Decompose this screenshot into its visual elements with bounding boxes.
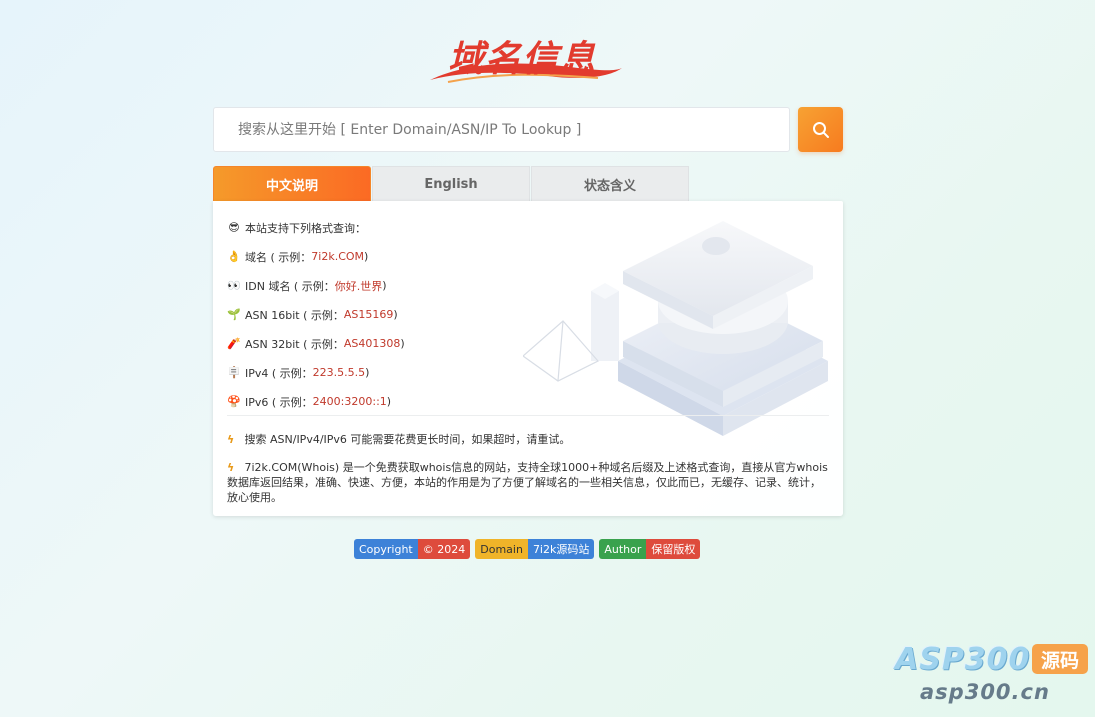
item-label: 域名 ( 示例： bbox=[245, 250, 312, 264]
item-label: ASN 32bit ( 示例： bbox=[245, 337, 344, 351]
search-input[interactable] bbox=[238, 108, 765, 151]
format-list: 😎 本站支持下列格式查询： 👌 域名 ( 示例： 7i2k.COM ) 👀 ID… bbox=[227, 213, 405, 416]
badge-left: Domain bbox=[475, 539, 528, 559]
lightning-icon: ϟ bbox=[227, 461, 235, 474]
example-link[interactable]: 7i2k.COM bbox=[311, 250, 364, 263]
list-item: 🧨 ASN 32bit ( 示例： AS401308 ) bbox=[227, 329, 405, 358]
badge-right: 保留版权 bbox=[646, 539, 701, 559]
tab-status-meaning[interactable]: 状态含义 bbox=[531, 166, 689, 201]
intro-text: 本站支持下列格式查询： bbox=[245, 221, 366, 235]
badge-right: 7i2k源码站 bbox=[527, 539, 595, 559]
eyes-icon: 👀 bbox=[227, 278, 241, 292]
seedling-icon: 🌱 bbox=[227, 307, 241, 321]
item-suffix: ) bbox=[364, 250, 369, 263]
badge-left: Copyright bbox=[354, 539, 418, 559]
item-suffix: ) bbox=[382, 279, 387, 292]
example-link[interactable]: 2400:3200::1 bbox=[313, 395, 387, 408]
tab-english[interactable]: English bbox=[372, 166, 530, 201]
divider bbox=[227, 415, 829, 416]
item-suffix: ) bbox=[365, 366, 370, 379]
sunglasses-icon: 😎 bbox=[228, 220, 240, 234]
item-label: ASN 16bit ( 示例： bbox=[245, 308, 344, 322]
info-panel: 😎 本站支持下列格式查询： 👌 域名 ( 示例： 7i2k.COM ) 👀 ID… bbox=[213, 201, 843, 516]
lightning-icon: ϟ bbox=[227, 433, 235, 446]
item-label: IPv6 ( 示例： bbox=[245, 395, 313, 409]
author-badge[interactable]: Author 保留版权 bbox=[599, 539, 701, 559]
watermark-url: asp300.cn bbox=[920, 680, 1050, 704]
copyright-badge[interactable]: Copyright © 2024 bbox=[354, 539, 471, 559]
timeout-note-text: 搜索 ASN/IPv4/IPv6 可能需要花费更长时间，如果超时，请重试。 bbox=[244, 433, 571, 446]
footer-badges: Copyright © 2024 Domain 7i2k源码站 Author 保… bbox=[354, 539, 701, 559]
item-suffix: ) bbox=[386, 395, 392, 408]
list-item: 🌱 ASN 16bit ( 示例： AS15169 ) bbox=[227, 300, 405, 329]
item-label: IDN 域名 ( 示例： bbox=[245, 279, 335, 293]
example-link[interactable]: AS401308 bbox=[344, 337, 401, 350]
list-item: 🪧 IPv4 ( 示例： 223.5.5.5 ) bbox=[227, 358, 405, 387]
example-link[interactable]: AS15169 bbox=[344, 308, 394, 321]
list-item: 🍄 IPv6 ( 示例： 2400:3200::1 ) bbox=[227, 387, 405, 416]
item-suffix: ) bbox=[400, 337, 405, 350]
about-note: ϟ 7i2k.COM(Whois) 是一个免费获取whois信息的网站，支持全球… bbox=[227, 460, 829, 505]
list-item: 👌 域名 ( 示例： 7i2k.COM ) bbox=[227, 242, 405, 271]
watermark: ASP300 源码 asp300.cn bbox=[895, 640, 1088, 708]
example-link[interactable]: 你好.世界 bbox=[335, 278, 383, 294]
search-icon bbox=[812, 121, 829, 138]
item-suffix: ) bbox=[393, 308, 398, 321]
ok-hand-icon: 👌 bbox=[227, 249, 241, 263]
format-intro: 😎 本站支持下列格式查询： bbox=[227, 213, 405, 242]
watermark-title: ASP300 bbox=[895, 642, 1031, 677]
domain-badge[interactable]: Domain 7i2k源码站 bbox=[475, 539, 595, 559]
badge-right: © 2024 bbox=[417, 539, 471, 559]
search-button[interactable] bbox=[798, 107, 843, 152]
watermark-tag: 源码 bbox=[1032, 644, 1088, 674]
timeout-note: ϟ 搜索 ASN/IPv4/IPv6 可能需要花费更长时间，如果超时，请重试。 bbox=[227, 432, 829, 447]
logo-text: 域名信息 bbox=[448, 39, 597, 80]
about-note-text: 7i2k.COM(Whois) 是一个免费获取whois信息的网站，支持全球10… bbox=[227, 461, 828, 504]
tab-bar: 中文说明 English 状态含义 bbox=[213, 166, 690, 201]
list-item: 👀 IDN 域名 ( 示例： 你好.世界 ) bbox=[227, 271, 405, 300]
firecracker-icon: 🧨 bbox=[227, 336, 241, 350]
sign-icon: 🪧 bbox=[227, 365, 241, 379]
tab-chinese-guide[interactable]: 中文说明 bbox=[213, 166, 371, 201]
example-link[interactable]: 223.5.5.5 bbox=[313, 366, 365, 379]
search-field[interactable] bbox=[213, 107, 790, 152]
item-label: IPv4 ( 示例： bbox=[245, 366, 313, 380]
badge-left: Author bbox=[599, 539, 647, 559]
site-logo: 域名信息 bbox=[428, 28, 624, 84]
mushroom-icon: 🍄 bbox=[227, 394, 241, 408]
